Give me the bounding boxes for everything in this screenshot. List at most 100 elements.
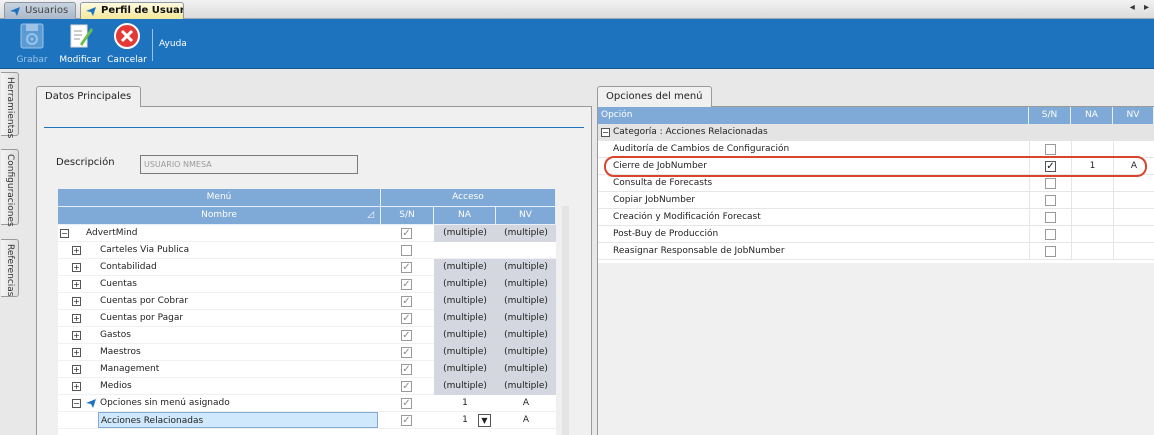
sn-checkbox[interactable]: ✓ (401, 415, 412, 426)
option-row[interactable]: Copiar JobNumber (598, 192, 1154, 209)
sn-checkbox[interactable]: ✓ (401, 330, 412, 341)
header-na[interactable]: NA (434, 207, 496, 225)
sn-checkbox[interactable]: ✓ (401, 262, 412, 273)
expand-icon[interactable]: + (72, 331, 81, 340)
help-button[interactable]: Ayuda (159, 39, 187, 49)
nv-cell[interactable]: (multiple) (496, 276, 556, 293)
menu-row[interactable]: + Management ✓ (multiple) (multiple) (58, 361, 556, 378)
nv-cell[interactable] (1113, 226, 1154, 243)
nv-cell[interactable] (496, 242, 556, 259)
expand-icon[interactable]: + (72, 314, 81, 323)
expand-icon[interactable]: + (72, 382, 81, 391)
na-cell[interactable]: (multiple) (434, 310, 496, 327)
nv-cell[interactable]: (multiple) (496, 378, 556, 395)
save-button[interactable]: Grabar (12, 22, 52, 65)
na-cell[interactable]: (multiple) (434, 276, 496, 293)
expand-icon[interactable]: + (72, 263, 81, 272)
header-na[interactable]: NA (1071, 107, 1113, 125)
na-cell[interactable] (1071, 226, 1113, 243)
header-sn[interactable]: S/N (1029, 107, 1071, 125)
nv-cell[interactable]: (multiple) (496, 327, 556, 344)
dropdown-arrow-icon[interactable]: ▼ (478, 414, 491, 427)
sn-checkbox[interactable] (1045, 144, 1056, 155)
header-nv[interactable]: NV (1113, 107, 1154, 125)
na-cell[interactable] (1071, 175, 1113, 192)
nv-cell[interactable]: A (496, 412, 556, 429)
expand-icon[interactable]: + (72, 297, 81, 306)
header-opcion[interactable]: Opción (598, 107, 1029, 125)
sn-checkbox[interactable] (401, 245, 412, 256)
na-cell[interactable]: (multiple) (434, 378, 496, 395)
nv-cell[interactable]: (multiple) (496, 225, 556, 242)
nv-cell[interactable] (1113, 192, 1154, 209)
sn-checkbox[interactable] (1045, 229, 1056, 240)
sn-checkbox[interactable] (1045, 212, 1056, 223)
expand-icon[interactable]: + (72, 280, 81, 289)
modify-button[interactable]: Modificar (58, 22, 102, 65)
sn-checkbox[interactable]: ✓ (401, 313, 412, 324)
nv-cell[interactable]: (multiple) (496, 293, 556, 310)
collapse-icon[interactable]: − (601, 128, 610, 137)
sn-checkbox[interactable]: ✓ (401, 364, 412, 375)
na-cell[interactable]: (multiple) (434, 293, 496, 310)
na-cell[interactable] (434, 242, 496, 259)
menu-row[interactable]: − Opciones sin menú asignado ✓ 1 A (58, 395, 556, 412)
nv-cell[interactable] (1113, 175, 1154, 192)
nv-cell[interactable] (1113, 209, 1154, 226)
na-cell[interactable] (1071, 243, 1113, 260)
tab-datos-principales[interactable]: Datos Principales (36, 86, 141, 107)
vertical-scrollbar[interactable] (562, 206, 569, 435)
menu-row[interactable]: + Cuentas por Cobrar ✓ (multiple) (multiple) (58, 293, 556, 310)
sn-checkbox[interactable]: ✓ (401, 279, 412, 290)
nv-cell[interactable]: (multiple) (496, 344, 556, 361)
na-cell[interactable] (1071, 192, 1113, 209)
nv-cell[interactable] (1113, 243, 1154, 260)
option-row[interactable]: Creación y Modificación Forecast (598, 209, 1154, 226)
na-cell[interactable]: (multiple) (434, 327, 496, 344)
header-nv[interactable]: NV (496, 207, 556, 225)
option-row[interactable]: Post-Buy de Producción (598, 226, 1154, 243)
side-tab-configuraciones[interactable]: Configuraciones (1, 149, 19, 227)
menu-row[interactable]: − AdvertMind ✓ (multiple) (multiple) (58, 225, 556, 242)
header-sn[interactable]: S/N (381, 207, 434, 225)
nv-cell[interactable]: (multiple) (496, 361, 556, 378)
tab-perfil-de-usuario[interactable]: Perfil de Usuario (80, 2, 184, 19)
descripcion-field[interactable]: USUARIO NMESA (140, 155, 358, 174)
sn-checkbox[interactable]: ✓ (401, 347, 412, 358)
na-cell[interactable] (1071, 209, 1113, 226)
sn-checkbox[interactable] (1045, 195, 1056, 206)
expand-icon[interactable]: + (72, 246, 81, 255)
expand-icon[interactable]: + (72, 348, 81, 357)
na-cell[interactable]: (multiple) (434, 344, 496, 361)
sn-checkbox[interactable]: ✓ (401, 296, 412, 307)
tab-opciones-del-menu[interactable]: Opciones del menú (597, 86, 712, 107)
tab-usuarios[interactable]: Usuarios (4, 2, 76, 19)
category-row[interactable]: − Categoría : Acciones Relacionadas (598, 124, 1154, 141)
collapse-icon[interactable]: − (60, 229, 69, 238)
nv-cell[interactable]: (multiple) (496, 310, 556, 327)
menu-row[interactable]: + Maestros ✓ (multiple) (multiple) (58, 344, 556, 361)
nv-cell[interactable]: A (496, 395, 556, 412)
na-cell[interactable]: 1 (434, 395, 496, 412)
sn-checkbox[interactable] (1045, 246, 1056, 257)
sn-checkbox[interactable] (1045, 178, 1056, 189)
menu-row[interactable]: + Carteles Via Publica (58, 242, 556, 259)
side-tab-referencias[interactable]: Referencias (1, 239, 19, 297)
menu-row[interactable]: Acciones Relacionadas ✓ 1 A ▼ (58, 412, 556, 429)
option-row[interactable]: Reasignar Responsable de JobNumber (598, 243, 1154, 260)
sn-checkbox[interactable]: ✓ (401, 381, 412, 392)
side-tab-herramientas[interactable]: Herramientas (1, 72, 19, 138)
tab-scroll-arrows[interactable]: ◂ ▸ (1130, 2, 1152, 13)
expand-icon[interactable]: + (72, 365, 81, 374)
collapse-icon[interactable]: − (72, 399, 81, 408)
na-cell[interactable]: (multiple) (434, 225, 496, 242)
nv-cell[interactable]: (multiple) (496, 259, 556, 276)
menu-row[interactable]: + Contabilidad ✓ (multiple) (multiple) (58, 259, 556, 276)
cancel-button[interactable]: Cancelar (106, 22, 148, 65)
na-cell[interactable]: (multiple) (434, 259, 496, 276)
menu-row[interactable]: + Cuentas por Pagar ✓ (multiple) (multiple) (58, 310, 556, 327)
sn-checkbox[interactable]: ✓ (401, 228, 412, 239)
na-cell[interactable]: (multiple) (434, 361, 496, 378)
menu-row[interactable]: + Gastos ✓ (multiple) (multiple) (58, 327, 556, 344)
menu-row[interactable]: + Medios ✓ (multiple) (multiple) (58, 378, 556, 395)
